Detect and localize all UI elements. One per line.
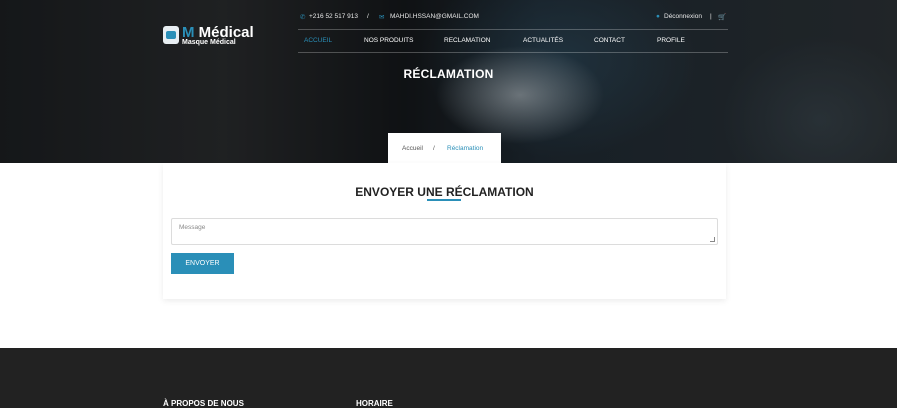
page-title: RÉCLAMATION <box>403 67 494 81</box>
main-nav: ACCUEIL NOS PRODUITS RECLAMATION ACTUALI… <box>298 33 728 49</box>
topbar-divider <box>298 29 728 30</box>
top-contact-bar: ✆ +216 52 517 913 / ✉ MAHDI.HSSAN@GMAIL.… <box>298 13 727 25</box>
topbar-pipe: | <box>710 13 712 20</box>
complaint-form-card: ENVOYER UNE RÉCLAMATION ENVOYER <box>163 163 726 299</box>
nav-item-reclamation[interactable]: RECLAMATION <box>444 37 490 44</box>
phone-number[interactable]: +216 52 517 913 <box>309 13 358 20</box>
resize-grip-icon[interactable] <box>710 237 715 242</box>
breadcrumb-separator: / <box>433 145 435 152</box>
breadcrumb-current: Réclamation <box>447 145 484 152</box>
breadcrumb: Accueil / Réclamation <box>388 133 501 163</box>
footer-about-heading: À PROPOS DE NOUS <box>163 399 244 408</box>
message-field[interactable] <box>171 218 718 245</box>
title-underline <box>427 199 461 201</box>
nav-item-actualites[interactable]: ACTUALITÉS <box>523 37 563 44</box>
lock-icon: ● <box>656 13 660 20</box>
site-logo[interactable]: M Médical Masque Médical <box>163 24 263 48</box>
submit-button[interactable]: ENVOYER <box>171 253 234 274</box>
nav-item-profile[interactable]: PROFILE <box>657 37 685 44</box>
logout-link[interactable]: Déconnexion <box>664 13 702 20</box>
nav-divider <box>298 52 728 53</box>
mask-logo-icon <box>163 26 179 44</box>
nav-item-accueil[interactable]: ACCUEIL <box>304 37 332 44</box>
nav-item-contact[interactable]: CONTACT <box>594 37 625 44</box>
phone-icon: ✆ <box>300 14 306 21</box>
email-icon: ✉ <box>379 14 385 21</box>
footer: À PROPOS DE NOUS HORAIRE <box>0 348 897 408</box>
footer-hours-heading: HORAIRE <box>356 399 393 408</box>
cart-icon[interactable]: 🛒 <box>718 13 726 21</box>
breadcrumb-home[interactable]: Accueil <box>402 145 423 152</box>
contact-separator: / <box>367 13 369 20</box>
email-address[interactable]: MAHDI.HSSAN@GMAIL.COM <box>390 13 479 20</box>
form-title: ENVOYER UNE RÉCLAMATION <box>355 185 534 199</box>
brand-tagline: Masque Médical <box>182 39 236 46</box>
nav-item-produits[interactable]: NOS PRODUITS <box>364 37 413 44</box>
